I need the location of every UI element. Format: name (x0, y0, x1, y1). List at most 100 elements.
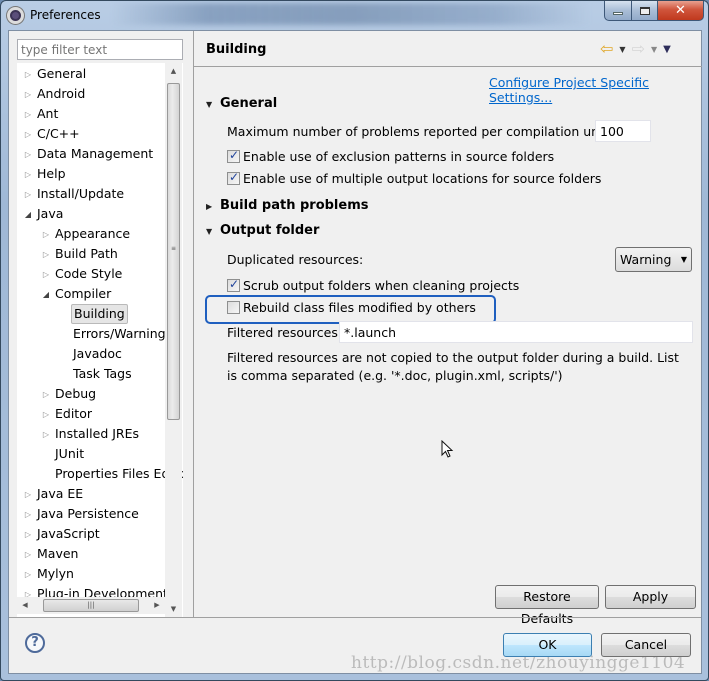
tree-item-label: Mylyn (37, 566, 74, 581)
expanded-arrow-icon: ▼ (206, 100, 213, 109)
duplicated-resources-select[interactable]: Warning ▼ (615, 247, 692, 272)
tree-horizontal-scrollbar[interactable]: ◀ ||| ▶ (17, 597, 165, 614)
tree-item[interactable]: ◢ Java (21, 204, 65, 224)
collapsed-triangle-icon[interactable]: ▷ (21, 505, 35, 525)
scroll-up-arrow-icon[interactable]: ▲ (165, 63, 182, 80)
exclusion-patterns-checkbox-row[interactable]: Enable use of exclusion patterns in sour… (227, 148, 554, 164)
tree-item[interactable]: ▷ Java EE (21, 484, 85, 504)
section-output-folder[interactable]: ▼ Output folder (206, 223, 319, 238)
view-menu-icon[interactable]: ▼ (663, 44, 671, 55)
scrub-output-label: Scrub output folders when cleaning proje… (243, 278, 520, 293)
tree-item[interactable]: ▷ Ant (21, 104, 60, 124)
tree-item[interactable]: ▷ Debug (39, 384, 98, 404)
help-icon[interactable]: ? (25, 633, 45, 653)
back-arrow-icon[interactable]: ⇦ (600, 41, 613, 57)
collapsed-arrow-icon: ▶ (206, 202, 213, 211)
tree-item[interactable]: ▷ General (21, 64, 88, 84)
expanded-triangle-icon[interactable]: ◢ (39, 285, 53, 305)
collapsed-triangle-icon[interactable]: ▷ (39, 385, 53, 405)
collapsed-triangle-icon[interactable]: ▷ (21, 105, 35, 125)
tree-item[interactable]: ▷ Code Style (39, 264, 124, 284)
tree-item[interactable]: Properties Files Editor (39, 464, 183, 484)
duplicated-resources-label: Duplicated resources: (227, 252, 364, 267)
collapsed-triangle-icon[interactable]: ▷ (21, 545, 35, 565)
section-general[interactable]: ▼ General (206, 96, 277, 111)
multiple-output-checkbox[interactable] (227, 170, 240, 185)
section-build-path-problems-title: Build path problems (220, 198, 369, 213)
tree-item[interactable]: Building (57, 304, 128, 324)
tree-vertical-scrollbar[interactable]: ▲ ≡ ▼ (165, 63, 182, 618)
collapsed-triangle-icon[interactable]: ▷ (21, 65, 35, 85)
tree-item[interactable]: ▷ Editor (39, 404, 94, 424)
restore-defaults-button[interactable]: Restore Defaults (495, 585, 599, 626)
tree-item[interactable]: ▷ Maven (21, 544, 80, 564)
page-title: Building (206, 42, 267, 57)
tree-item[interactable]: ▷ Installed JREs (39, 424, 141, 444)
horizontal-scroll-thumb[interactable]: ||| (43, 599, 139, 612)
tree-item[interactable]: Task Tags (57, 364, 134, 384)
tree-item[interactable]: ▷ Data Management (21, 144, 155, 164)
multiple-output-checkbox-row[interactable]: Enable use of multiple output locations … (227, 170, 601, 186)
collapsed-triangle-icon[interactable]: ▷ (39, 245, 53, 265)
scroll-left-arrow-icon[interactable]: ◀ (17, 597, 33, 614)
tree-item[interactable]: ▷ Help (21, 164, 68, 184)
collapsed-triangle-icon[interactable]: ▷ (21, 85, 35, 105)
maximize-icon (639, 6, 650, 15)
collapsed-triangle-icon[interactable]: ▷ (21, 485, 35, 505)
collapsed-triangle-icon[interactable]: ▷ (39, 225, 53, 245)
collapsed-triangle-icon[interactable]: ▷ (21, 125, 35, 145)
title-bar-blur (111, 3, 591, 25)
scrub-output-checkbox-row[interactable]: Scrub output folders when cleaning proje… (227, 277, 520, 293)
close-button[interactable]: ✕ (658, 1, 704, 21)
scroll-down-arrow-icon[interactable]: ▼ (165, 601, 182, 618)
cancel-button[interactable]: Cancel (601, 633, 691, 657)
tree-item[interactable]: ▷ Java Persistence (21, 504, 141, 524)
forward-arrow-icon[interactable]: ⇨ (632, 41, 645, 57)
collapsed-triangle-icon[interactable]: ▷ (21, 165, 35, 185)
tree-item[interactable]: Errors/Warnings (57, 324, 174, 344)
tree-item-label: Install/Update (37, 186, 125, 201)
tree-item-label: Properties Files Editor (55, 466, 183, 481)
collapsed-triangle-icon[interactable]: ▷ (21, 565, 35, 585)
configure-project-settings-link[interactable]: Configure Project Specific Settings... (489, 75, 701, 105)
tree-item[interactable]: ▷ C/C++ (21, 124, 82, 144)
collapsed-triangle-icon[interactable]: ▷ (39, 425, 53, 445)
tree-item[interactable]: ▷ Install/Update (21, 184, 126, 204)
back-history-dropdown-icon[interactable]: ▼ (619, 45, 625, 54)
filtered-resources-input[interactable] (339, 321, 693, 343)
forward-history-dropdown-icon[interactable]: ▼ (651, 45, 657, 54)
collapsed-triangle-icon[interactable]: ▷ (39, 265, 53, 285)
max-problems-input[interactable] (595, 120, 651, 142)
tree-item-label: Java Persistence (37, 506, 139, 521)
collapsed-triangle-icon[interactable]: ▷ (21, 145, 35, 165)
tree-item[interactable]: ▷ Appearance (39, 224, 132, 244)
tree-item[interactable]: ▷ Mylyn (21, 564, 76, 584)
ok-button[interactable]: OK (503, 633, 592, 657)
section-build-path-problems[interactable]: ▶ Build path problems (206, 198, 369, 213)
tree-item[interactable]: ◢ Compiler (39, 284, 113, 304)
maximize-button[interactable] (632, 1, 658, 21)
tree-item-label: Building (71, 304, 128, 324)
scroll-right-arrow-icon[interactable]: ▶ (149, 597, 165, 614)
exclusion-patterns-checkbox[interactable] (227, 148, 240, 163)
collapsed-triangle-icon[interactable]: ▷ (39, 405, 53, 425)
expanded-triangle-icon[interactable]: ◢ (21, 205, 35, 225)
tree-item-label: Appearance (55, 226, 131, 241)
tree-item[interactable]: JUnit (39, 444, 86, 464)
tree-item[interactable]: ▷ Android (21, 84, 87, 104)
title-bar[interactable]: Preferences ✕ (1, 1, 708, 31)
expanded-arrow-icon: ▼ (206, 227, 213, 236)
filtered-resources-help-text: Filtered resources are not copied to the… (227, 350, 679, 383)
apply-button[interactable]: Apply (605, 585, 696, 609)
tree-item[interactable]: Javadoc (57, 344, 124, 364)
tree-item-label: C/C++ (37, 126, 80, 141)
tree-item[interactable]: ▷ Build Path (39, 244, 120, 264)
scrub-output-checkbox[interactable] (227, 277, 240, 292)
collapsed-triangle-icon[interactable]: ▷ (21, 525, 35, 545)
minimize-button[interactable] (604, 1, 632, 21)
vertical-scroll-thumb[interactable]: ≡ (167, 83, 180, 420)
tree-item[interactable]: ▷ JavaScript (21, 524, 102, 544)
tree-item-label: Debug (55, 386, 97, 401)
filter-input[interactable] (17, 39, 183, 60)
collapsed-triangle-icon[interactable]: ▷ (21, 185, 35, 205)
